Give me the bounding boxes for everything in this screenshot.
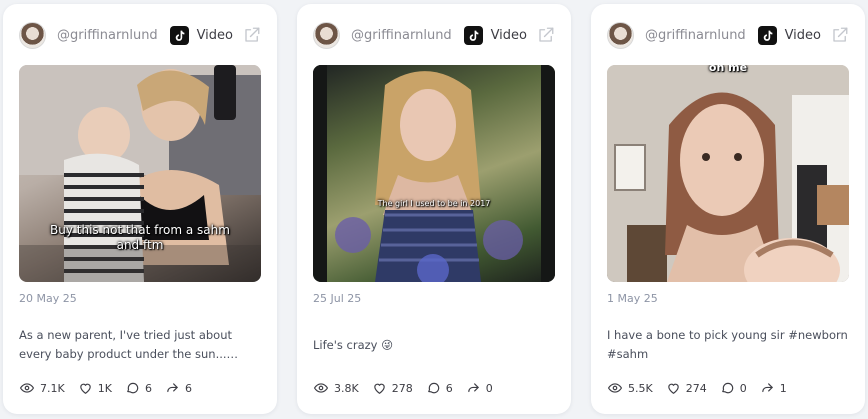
comments-count: 6 — [144, 381, 152, 395]
comment-icon — [127, 382, 139, 394]
views-stat: 5.5K — [607, 381, 653, 395]
post-description: Life's crazy 😜 — [313, 338, 394, 352]
media-type-label: Video — [784, 27, 821, 43]
share-icon — [467, 383, 479, 393]
comments-stat: 6 — [426, 381, 453, 395]
likes-stat: 278 — [372, 381, 413, 395]
likes-count: 1K — [97, 381, 112, 395]
external-link-icon[interactable] — [243, 26, 261, 44]
shares-count: 0 — [485, 381, 493, 395]
author-handle[interactable]: @griffinarnlund — [351, 28, 452, 43]
comment-icon — [721, 382, 733, 394]
heart-icon — [667, 383, 679, 394]
eye-icon — [313, 383, 329, 393]
author-handle[interactable]: @griffinarnlund — [57, 28, 158, 43]
external-link-icon[interactable] — [831, 26, 849, 44]
shares-stat: 1 — [760, 381, 787, 395]
share-icon — [167, 383, 178, 393]
post-stats: 7.1K 1K 6 6 — [19, 380, 205, 396]
video-caption: on me — [708, 65, 748, 74]
post-card[interactable]: @griffinarnlund Video on me 1 May 25 I h… — [591, 4, 865, 414]
comments-count: 6 — [445, 381, 453, 395]
shares-count: 1 — [779, 381, 787, 395]
video-caption: The girl I used to be in 2017 — [377, 199, 491, 208]
post-date: 1 May 25 — [607, 292, 658, 305]
media-type-label: Video — [490, 27, 527, 43]
avatar[interactable] — [607, 21, 634, 49]
post-stats: 3.8K 278 6 0 — [313, 380, 506, 396]
comments-count: 0 — [739, 381, 747, 395]
video-thumbnail[interactable]: on me — [607, 65, 849, 282]
post-header: @griffinarnlund Video — [607, 20, 849, 50]
video-caption: Buy this not that from a sahm and ftm — [50, 223, 230, 252]
avatar[interactable] — [19, 21, 46, 49]
eye-icon — [19, 383, 35, 393]
post-date: 20 May 25 — [19, 292, 77, 305]
post-card[interactable]: @griffinarnlund Video The girl I used to… — [297, 4, 571, 414]
video-thumbnail[interactable]: Buy this not that from a sahm and ftm — [19, 65, 261, 282]
post-description: As a new parent, I've tried just about e… — [19, 328, 233, 361]
likes-stat: 274 — [666, 381, 707, 395]
tiktok-icon — [757, 25, 777, 45]
post-date: 25 Jul 25 — [313, 292, 362, 305]
views-count: 3.8K — [334, 381, 359, 395]
author-handle[interactable]: @griffinarnlund — [645, 28, 746, 43]
likes-count: 278 — [391, 381, 413, 395]
heart-icon — [373, 383, 385, 394]
tiktok-icon — [169, 25, 189, 45]
views-stat: 3.8K — [313, 381, 359, 395]
post-card[interactable]: @griffinarnlund Video Buy this not that … — [3, 4, 277, 414]
tiktok-icon — [463, 25, 483, 45]
shares-stat: 0 — [466, 381, 493, 395]
comments-stat: 0 — [720, 381, 747, 395]
likes-stat: 1K — [78, 381, 112, 395]
external-link-icon[interactable] — [537, 26, 555, 44]
thumbnail-illustration — [313, 65, 555, 282]
comments-stat: 6 — [125, 381, 152, 395]
media-type-label: Video — [196, 27, 233, 43]
video-thumbnail[interactable]: The girl I used to be in 2017 — [313, 65, 555, 282]
post-header: @griffinarnlund Video — [19, 20, 261, 50]
eye-icon — [607, 383, 623, 393]
heart-icon — [79, 383, 91, 394]
post-stats: 5.5K 274 0 1 — [607, 380, 800, 396]
comment-icon — [427, 382, 439, 394]
share-icon — [761, 383, 773, 393]
views-count: 5.5K — [628, 381, 653, 395]
views-count: 7.1K — [40, 381, 65, 395]
avatar[interactable] — [313, 21, 340, 49]
shares-stat: 6 — [165, 381, 192, 395]
shares-count: 6 — [184, 381, 192, 395]
likes-count: 274 — [685, 381, 707, 395]
post-header: @griffinarnlund Video — [313, 20, 555, 50]
post-description: I have a bone to pick young sir #newborn… — [607, 328, 848, 361]
thumbnail-illustration — [607, 65, 849, 282]
views-stat: 7.1K — [19, 381, 65, 395]
